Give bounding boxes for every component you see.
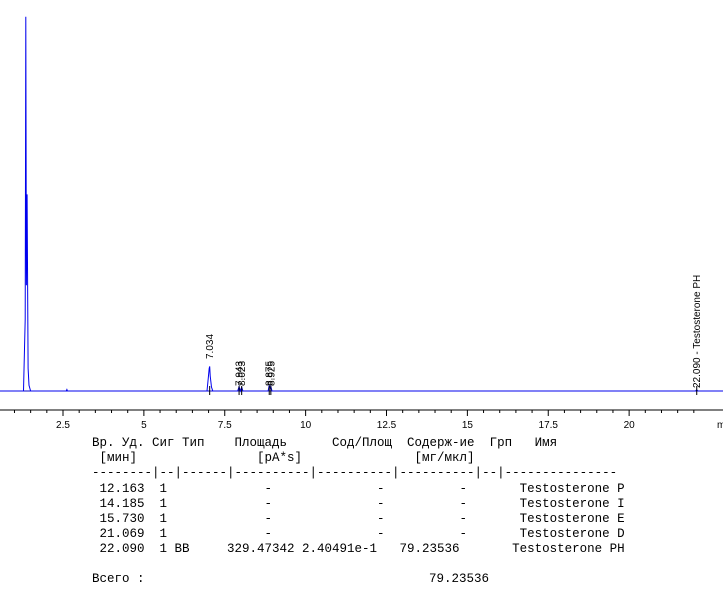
report-table: Вр. Уд. Сиг Тип Площадь Сод/Площ Содерж-… [0,430,723,595]
chromatogram-chart: 7.0347.9438.023 8.8758.925 22.090 - Testos… [0,16,723,431]
peak-labels: 7.0347.9438.023 8.8758.925 22.090 - Testos… [205,275,703,388]
table-row: 12.163 1 - - - Testosterone P [92,482,625,496]
table-row: 15.730 1 - - - Testosterone E [92,512,625,526]
table-row: 22.090 1 BB 329.47342 2.40491e-1 79.2353… [92,542,625,556]
table-row: 14.185 1 - - - Testosterone I [92,497,625,511]
peak-label: 8.023 [237,361,248,386]
table-row: 21.069 1 - - - Testosterone D [92,527,625,541]
peak-label: 7.034 [205,334,216,359]
signal-trace [0,16,723,393]
peak-label: 22.090 - Testosterone PH [692,275,703,388]
report-header-line2: [мин] [pA*s] [мг/мкл] [92,451,475,465]
x-axis: 2.5 5 7.5 10 12.5 15 17.5 20 m [0,409,723,431]
total-value: 79.23536 [429,572,490,586]
peak-label: 8.925 [266,361,277,386]
report-separator: --------|--|------|----------|----------… [92,466,618,480]
report-header-line1: Вр. Уд. Сиг Тип Площадь Сод/Площ Содерж-… [92,436,558,450]
x-axis-ticks [13,410,695,416]
total-label: Всего : [92,572,145,586]
